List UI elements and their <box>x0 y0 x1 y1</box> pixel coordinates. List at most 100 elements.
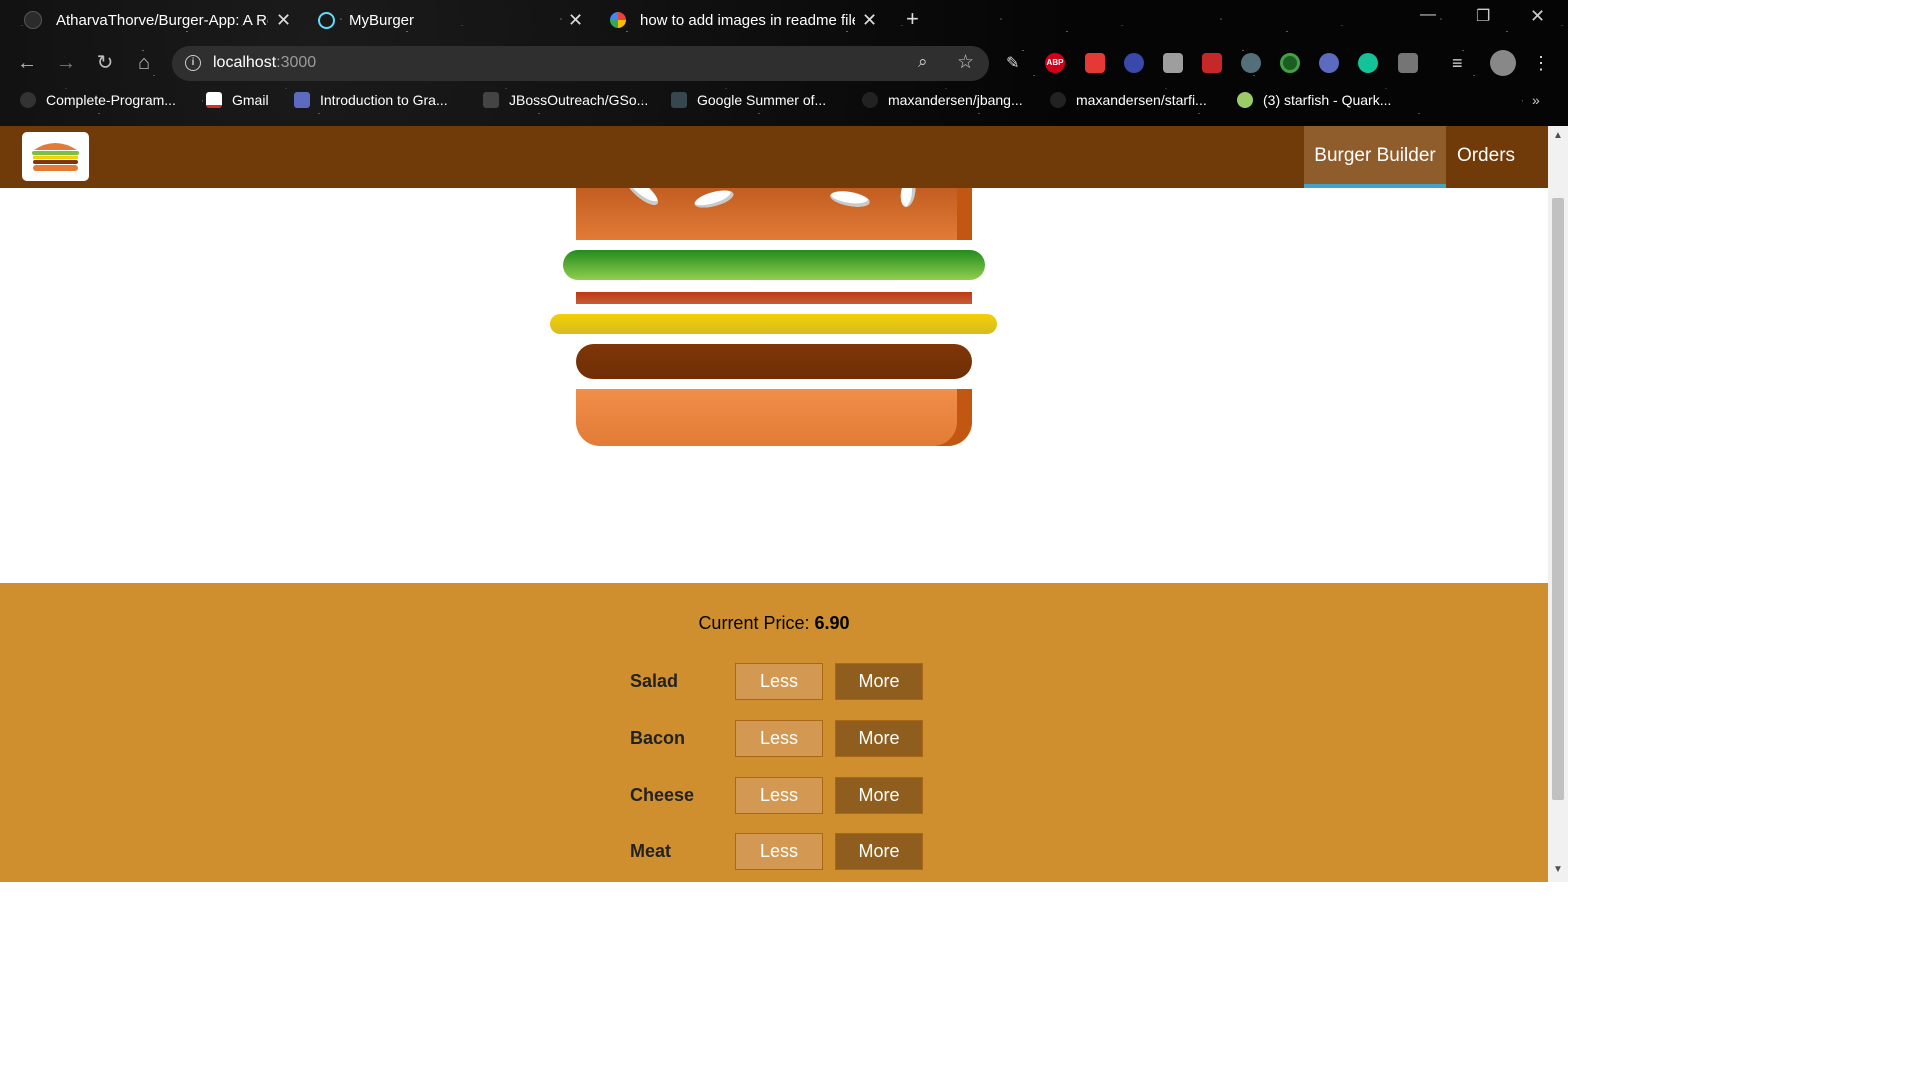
bookmark-star-icon[interactable]: ☆ <box>957 51 974 74</box>
gitter-icon <box>483 92 499 108</box>
scroll-down-arrow-icon[interactable]: ▼ <box>1553 864 1563 875</box>
minimize-icon[interactable]: — <box>1420 6 1436 24</box>
bookmark-label: Google Summer of... <box>697 92 827 108</box>
seed <box>829 188 871 210</box>
ingredient-label: Bacon <box>630 728 686 748</box>
site-info-icon[interactable]: i <box>185 55 201 71</box>
tab-myburger[interactable]: MyBurger ✕ <box>318 4 588 36</box>
bookmark-label: Gmail <box>232 92 269 108</box>
seed <box>898 188 918 209</box>
bookmark-item[interactable]: JBossOutreach/GSo... <box>483 92 648 108</box>
playlist-icon[interactable]: ≡ <box>1452 53 1472 73</box>
adblock-icon[interactable]: ABP <box>1045 53 1065 73</box>
bacon-layer <box>576 292 972 304</box>
restore-icon[interactable]: ❐ <box>1476 6 1490 26</box>
bread-top <box>576 188 972 240</box>
glasses-icon[interactable] <box>1124 53 1144 73</box>
more-bookmarks-button[interactable]: » <box>1532 92 1540 108</box>
home-icon[interactable]: ⌂ <box>133 52 155 74</box>
github-icon <box>24 11 42 29</box>
more-meat-button[interactable]: More <box>835 833 923 870</box>
forward-icon[interactable]: → <box>55 52 77 74</box>
grammarly-icon[interactable] <box>1358 53 1378 73</box>
bookmark-item[interactable]: maxandersen/jbang... <box>862 92 1023 108</box>
url-port: :3000 <box>276 54 317 71</box>
burger-logo-icon <box>32 143 79 171</box>
url-text[interactable]: localhost:3000 <box>213 54 316 72</box>
bookmark-label: maxandersen/jbang... <box>888 92 1023 108</box>
bookmark-item[interactable]: Google Summer of... <box>671 92 826 108</box>
bookmark-label: Introduction to Gra... <box>320 92 448 108</box>
bookmark-item[interactable]: Introduction to Gra... <box>294 92 448 108</box>
bookmark-label: (3) starfish - Quark... <box>1263 92 1392 108</box>
circle-icon[interactable] <box>1319 53 1339 73</box>
nav-burger-builder[interactable]: Burger Builder <box>1304 126 1446 188</box>
google-icon <box>610 12 626 28</box>
build-controls: Current Price: 6.90 Salad Less More Baco… <box>0 583 1548 882</box>
less-bacon-button[interactable]: Less <box>735 720 823 757</box>
less-cheese-button[interactable]: Less <box>735 777 823 814</box>
bookmark-item[interactable]: Complete-Program... <box>20 92 176 108</box>
more-bacon-button[interactable]: More <box>835 720 923 757</box>
close-tab-icon[interactable]: ✕ <box>568 10 583 31</box>
ingredient-label: Salad <box>630 671 679 691</box>
url-host: localhost <box>213 54 277 71</box>
tab-title: AtharvaThorve/Burger-App: A Re <box>56 11 268 29</box>
github-icon <box>862 92 878 108</box>
close-window-icon[interactable]: ✕ <box>1530 6 1545 27</box>
meat-layer <box>576 344 972 379</box>
bookmark-label: JBossOutreach/GSo... <box>509 92 649 108</box>
course-icon <box>294 92 310 108</box>
bread-bottom <box>576 389 972 446</box>
tab-title: MyBurger <box>349 11 415 29</box>
nav-orders[interactable]: Orders <box>1446 126 1526 188</box>
arrow-ext-icon[interactable] <box>1085 53 1105 73</box>
tab-title: how to add images in readme file <box>640 11 855 29</box>
burger-logo[interactable] <box>22 132 89 181</box>
zoom-icon[interactable]: ⌕ <box>918 52 928 72</box>
puzzle-ext-icon[interactable] <box>1202 53 1222 73</box>
close-tab-icon[interactable]: ✕ <box>862 10 877 31</box>
satellite-icon[interactable] <box>1241 53 1261 73</box>
more-salad-button[interactable]: More <box>835 663 923 700</box>
github-icon <box>1050 92 1066 108</box>
more-cheese-button[interactable]: More <box>835 777 923 814</box>
burger-preview <box>0 188 1548 583</box>
kebab-menu-icon[interactable]: ⋮ <box>1532 53 1552 73</box>
price-label: Current Price: <box>698 613 810 633</box>
current-price: Current Price: 6.90 <box>0 613 1548 634</box>
close-tab-icon[interactable]: ✕ <box>276 10 291 31</box>
address-bar[interactable]: i localhost:3000 ⌕ ☆ <box>172 46 989 81</box>
bookmark-item[interactable]: maxandersen/starfi... <box>1050 92 1207 108</box>
salad-layer <box>563 250 985 280</box>
app-toolbar: Burger Builder Orders <box>0 126 1548 188</box>
bookmark-item[interactable]: Gmail <box>206 92 269 108</box>
github-icon <box>20 92 36 108</box>
bookmarks-bar: Complete-Program... Gmail Introduction t… <box>0 90 1568 114</box>
scroll-up-arrow-icon[interactable]: ▲ <box>1553 130 1563 141</box>
bookmark-item[interactable]: (3) starfish - Quark... <box>1237 92 1391 108</box>
pen-icon[interactable]: ✎ <box>1006 53 1026 73</box>
bookmark-label: Complete-Program... <box>46 92 176 108</box>
back-icon[interactable]: ← <box>16 52 38 74</box>
target-icon[interactable] <box>1280 53 1300 73</box>
page-scrollbar[interactable]: ▲ ▼ <box>1548 126 1568 882</box>
scroll-thumb[interactable] <box>1552 198 1564 800</box>
list-ext-icon[interactable] <box>1398 53 1418 73</box>
seed <box>692 188 736 211</box>
zulip-icon <box>1237 92 1253 108</box>
tab-google-search[interactable]: how to add images in readme file ✕ <box>610 4 880 36</box>
gsoc-icon <box>671 92 687 108</box>
ingredient-label: Cheese <box>630 785 695 805</box>
reload-icon[interactable]: ↻ <box>94 52 116 74</box>
new-tab-button[interactable]: + <box>906 6 919 32</box>
cheese-layer <box>550 314 997 334</box>
less-salad-button[interactable]: Less <box>735 663 823 700</box>
profile-avatar[interactable] <box>1490 50 1516 76</box>
ingredient-label: Meat <box>630 841 672 861</box>
browser-chrome: AtharvaThorve/Burger-App: A Re ✕ MyBurge… <box>0 0 1568 126</box>
font-ext-icon[interactable] <box>1163 53 1183 73</box>
tab-burger-app-repo[interactable]: AtharvaThorve/Burger-App: A Re ✕ <box>24 4 294 36</box>
react-icon <box>318 11 335 29</box>
less-meat-button[interactable]: Less <box>735 833 823 870</box>
